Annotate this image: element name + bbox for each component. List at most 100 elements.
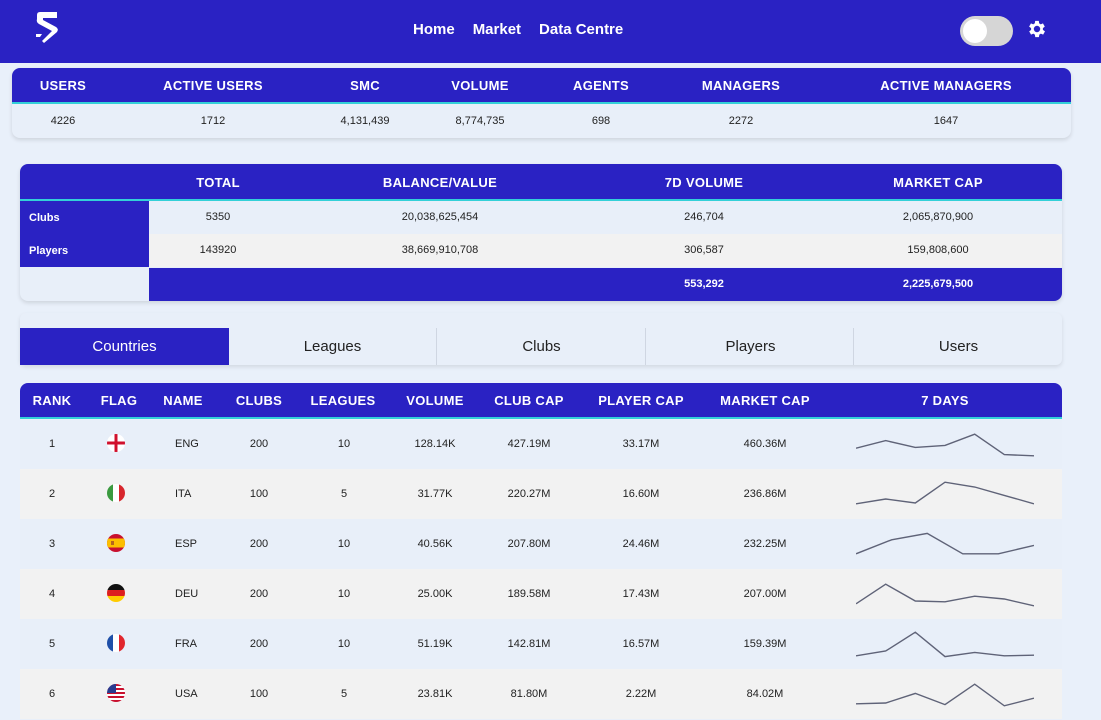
summary-players-cap: 159,808,600 bbox=[907, 244, 969, 256]
column-header-rank[interactable]: RANK bbox=[33, 393, 72, 408]
france-flag-icon bbox=[107, 634, 125, 652]
cell-clubs: 200 bbox=[249, 538, 269, 550]
cell-clubs: 100 bbox=[249, 688, 269, 700]
tab-users[interactable]: Users bbox=[854, 328, 1063, 365]
tab-countries[interactable]: Countries bbox=[20, 328, 229, 365]
cell-volume: 128.14K bbox=[414, 438, 456, 450]
summary-row-players: Players 143920 38,669,910,708 306,587 15… bbox=[20, 234, 1062, 267]
summary-row-clubs: Clubs 5350 20,038,625,454 246,704 2,065,… bbox=[20, 201, 1062, 234]
stats-header-active-managers: ACTIVE MANAGERS bbox=[880, 78, 1012, 93]
cell-rank: 1 bbox=[48, 438, 56, 450]
gear-icon[interactable] bbox=[1026, 18, 1048, 40]
nav-market-link[interactable]: Market bbox=[473, 21, 521, 38]
cell-market-cap: 232.25M bbox=[743, 538, 787, 550]
cell-leagues: 5 bbox=[340, 488, 348, 500]
summary-header-total: TOTAL bbox=[196, 175, 240, 190]
cell-market-cap: 159.39M bbox=[743, 638, 787, 650]
summary-header-market-cap: MARKET CAP bbox=[893, 175, 983, 190]
stats-value-agents: 698 bbox=[591, 115, 611, 127]
summary-clubs-cap: 2,065,870,900 bbox=[902, 211, 974, 223]
italy-flag-icon bbox=[107, 484, 125, 502]
cell-name[interactable]: ESP bbox=[175, 538, 197, 550]
table-row[interactable]: 2 ITA 100 5 31.77K 220.27M 16.60M 236.86M bbox=[20, 469, 1062, 519]
cell-rank: 3 bbox=[48, 538, 56, 550]
column-header-name[interactable]: NAME bbox=[163, 393, 202, 408]
cell-club-cap: 142.81M bbox=[507, 638, 551, 650]
category-tabs: Countries Leagues Clubs Players Users bbox=[20, 313, 1062, 365]
market-summary-card: TOTAL BALANCE/VALUE 7D VOLUME MARKET CAP… bbox=[20, 164, 1062, 301]
table-row[interactable]: 5 FRA 200 10 51.19K 142.81M 16.57M 159.39M bbox=[20, 619, 1062, 669]
cell-name[interactable]: DEU bbox=[175, 588, 198, 600]
table-row[interactable]: 6 USA 100 5 23.81K 81.80M 2.22M 84.02M bbox=[20, 669, 1062, 719]
cell-market-cap: 460.36M bbox=[743, 438, 787, 450]
summary-players-volume: 306,587 bbox=[684, 244, 724, 256]
cell-name[interactable]: FRA bbox=[175, 638, 197, 650]
cell-leagues: 10 bbox=[337, 538, 351, 550]
column-header-club-cap[interactable]: CLUB CAP bbox=[494, 393, 564, 408]
stats-header-managers: MANAGERS bbox=[701, 78, 781, 93]
sparkline-path bbox=[856, 532, 1034, 555]
toggle-knob bbox=[963, 19, 987, 43]
nav-data-centre-link[interactable]: Data Centre bbox=[539, 21, 623, 38]
sparkline-7-days bbox=[856, 631, 1034, 658]
cell-volume: 40.56K bbox=[417, 538, 453, 550]
cell-rank: 6 bbox=[48, 688, 56, 700]
top-navbar: Home Market Data Centre bbox=[0, 0, 1101, 63]
sparkline-path bbox=[856, 683, 1034, 707]
summary-total-volume: 553,292 bbox=[684, 278, 724, 290]
app-logo-icon[interactable] bbox=[30, 10, 64, 46]
table-header-row: RANK FLAG NAME CLUBS LEAGUES VOLUME CLUB… bbox=[20, 383, 1062, 419]
cell-player-cap: 33.17M bbox=[622, 438, 660, 450]
summary-clubs-balance: 20,038,625,454 bbox=[401, 211, 479, 223]
sparkline-path bbox=[856, 433, 1034, 457]
cell-club-cap: 220.27M bbox=[507, 488, 551, 500]
column-header-leagues[interactable]: LEAGUES bbox=[311, 393, 376, 408]
nav-home-link[interactable]: Home bbox=[413, 21, 455, 38]
table-row[interactable]: 4 DEU 200 10 25.00K 189.58M 17.43M 207.00M bbox=[20, 569, 1062, 619]
sparkline-7-days bbox=[856, 583, 1034, 607]
stats-header-users: USERS bbox=[39, 78, 87, 93]
column-header-7-days[interactable]: 7 DAYS bbox=[921, 393, 969, 408]
stats-header-smc: SMC bbox=[350, 78, 380, 93]
spain-flag-icon bbox=[107, 534, 125, 552]
cell-clubs: 100 bbox=[249, 488, 269, 500]
cell-club-cap: 81.80M bbox=[510, 688, 548, 700]
sparkline-7-days bbox=[856, 683, 1034, 707]
cell-player-cap: 16.60M bbox=[622, 488, 660, 500]
stats-value-row: 4226 1712 4,131,439 8,774,735 698 2272 1… bbox=[12, 104, 1071, 138]
tab-players[interactable]: Players bbox=[646, 328, 855, 365]
summary-row-label: Clubs bbox=[20, 201, 149, 234]
cell-name[interactable]: ITA bbox=[175, 488, 191, 500]
sparkline-path bbox=[856, 631, 1034, 658]
tab-clubs[interactable]: Clubs bbox=[437, 328, 646, 365]
cell-clubs: 200 bbox=[249, 588, 269, 600]
cell-name[interactable]: ENG bbox=[175, 438, 199, 450]
stats-header-active-users: ACTIVE USERS bbox=[163, 78, 263, 93]
england-flag-icon bbox=[107, 434, 125, 452]
cell-volume: 25.00K bbox=[417, 588, 453, 600]
theme-toggle[interactable] bbox=[960, 16, 1013, 46]
tab-leagues[interactable]: Leagues bbox=[228, 328, 437, 365]
cell-rank: 5 bbox=[48, 638, 56, 650]
column-header-player-cap[interactable]: PLAYER CAP bbox=[598, 393, 684, 408]
cell-leagues: 10 bbox=[337, 588, 351, 600]
column-header-market-cap[interactable]: MARKET CAP bbox=[720, 393, 810, 408]
cell-clubs: 200 bbox=[249, 438, 269, 450]
cell-clubs: 200 bbox=[249, 638, 269, 650]
column-header-clubs[interactable]: CLUBS bbox=[236, 393, 282, 408]
table-row[interactable]: 3 ESP 200 10 40.56K 207.80M 24.46M 232.25M bbox=[20, 519, 1062, 569]
cell-name[interactable]: USA bbox=[175, 688, 198, 700]
summary-header-balance: BALANCE/VALUE bbox=[382, 175, 498, 190]
usa-flag-icon bbox=[107, 684, 125, 702]
stats-value-smc: 4,131,439 bbox=[340, 115, 390, 127]
cell-market-cap: 236.86M bbox=[743, 488, 787, 500]
sparkline-7-days bbox=[856, 532, 1034, 555]
column-header-flag[interactable]: FLAG bbox=[101, 393, 138, 408]
table-row[interactable]: 1 ENG 200 10 128.14K 427.19M 33.17M 460.36M bbox=[20, 419, 1062, 469]
cell-player-cap: 16.57M bbox=[622, 638, 660, 650]
stats-header-volume: VOLUME bbox=[451, 78, 509, 93]
cell-rank: 4 bbox=[48, 588, 56, 600]
column-header-volume[interactable]: VOLUME bbox=[406, 393, 463, 408]
platform-stats-card: USERS ACTIVE USERS SMC VOLUME AGENTS MAN… bbox=[12, 68, 1071, 138]
summary-row-totals: 553,292 2,225,679,500 bbox=[20, 268, 1062, 301]
